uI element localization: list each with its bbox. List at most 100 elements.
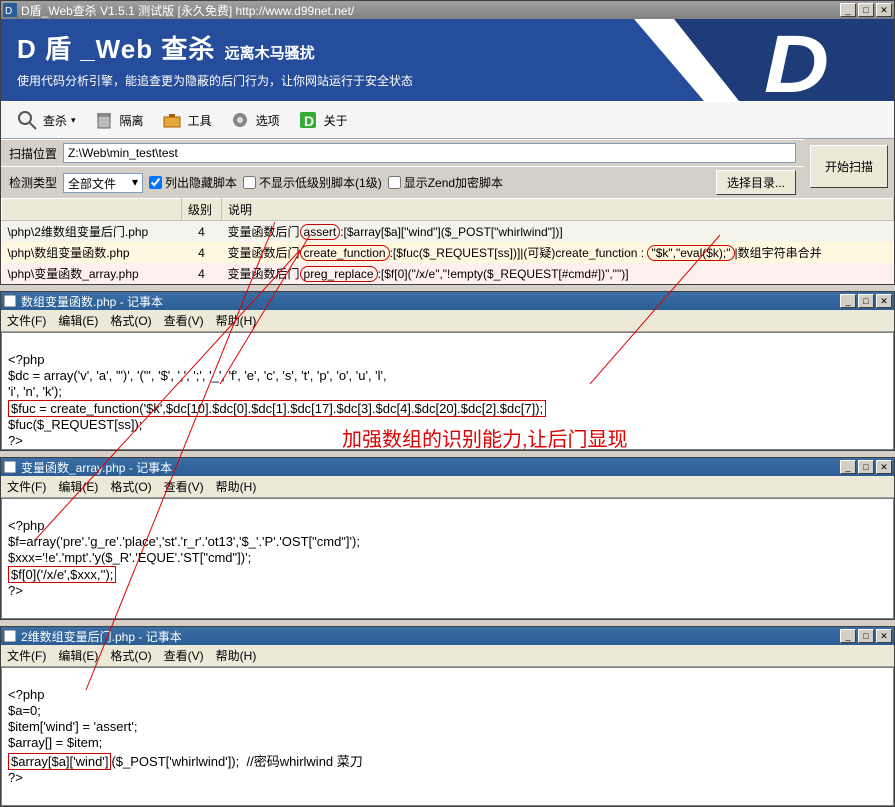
gear-icon: [228, 108, 252, 132]
maximize-button[interactable]: □: [858, 460, 874, 474]
hl-code-line: $f[0]('/x/e',$xxx,'');: [8, 566, 116, 583]
notepad2-content[interactable]: <?php $f=array('pre'.'g_re'.'place','st'…: [1, 498, 894, 619]
hl-createfunction: create_function: [300, 245, 390, 261]
svg-text:D: D: [304, 113, 314, 129]
table-row[interactable]: \php\数组变量函数.php 4 变量函数后门create_function:…: [2, 242, 894, 263]
menu-file[interactable]: 文件(F): [7, 647, 46, 664]
hl-code-line: $array[$a]['wind']: [8, 753, 111, 770]
notepad-icon: [3, 460, 17, 474]
svg-text:D: D: [5, 6, 12, 17]
tool-scan-label: 查杀: [43, 112, 67, 129]
results-table: 级别 说明 \php\2维数组变量后门.php 4 变量函数后门assert:[…: [1, 198, 894, 284]
trash-icon: [92, 108, 116, 132]
tool-about-label: 关于: [324, 112, 348, 129]
col-desc[interactable]: 说明: [222, 199, 894, 221]
notepad1-titlebar: 数组变量函数.php - 记事本 _ □ ✕: [1, 292, 894, 310]
menu-help[interactable]: 帮助(H): [216, 312, 257, 329]
menu-view[interactable]: 查看(V): [164, 478, 204, 495]
hl-code-line: $fuc = create_function('$k',$dc[10].$dc[…: [8, 400, 546, 417]
svg-text:D: D: [764, 19, 829, 101]
app-logo-text: D 盾 _Web 查杀: [17, 29, 215, 66]
main-toolbar: 查杀 ▾ 隔离 工具 选项 D 关于: [1, 101, 894, 139]
annotation-text: 加强数组的识别能力,让后门显现: [342, 423, 628, 450]
app-logo-sub: 远离木马骚扰: [225, 42, 315, 63]
notepad2-titlebar: 变量函数_array.php - 记事本 _ □ ✕: [1, 458, 894, 476]
tool-options[interactable]: 选项: [222, 106, 286, 134]
main-window: D D盾_Web查杀 V1.5.1 测试版 [永久免费] http://www.…: [0, 0, 895, 285]
chk-hidden[interactable]: 列出隐藏脚本: [149, 174, 237, 191]
table-row[interactable]: \php\变量函数_array.php 4 变量函数后门preg_replace…: [2, 263, 894, 284]
col-file[interactable]: [2, 199, 182, 221]
hl-assert: assert: [300, 224, 341, 240]
menu-edit[interactable]: 编辑(E): [58, 478, 98, 495]
menu-format[interactable]: 格式(O): [110, 312, 151, 329]
tool-tools-label: 工具: [188, 112, 212, 129]
menu-help[interactable]: 帮助(H): [216, 478, 257, 495]
app-header: D 盾 _Web 查杀 远离木马骚扰 使用代码分析引擎，能追查更为隐蔽的后门行为…: [1, 19, 894, 101]
close-button[interactable]: ✕: [876, 294, 892, 308]
menu-format[interactable]: 格式(O): [110, 478, 151, 495]
notepad-menubar: 文件(F) 编辑(E) 格式(O) 查看(V) 帮助(H): [1, 310, 894, 332]
scan-type-row: 检测类型 全部文件 ▾ 列出隐藏脚本 不显示低级别脚本(1级) 显示Zend加密…: [1, 166, 804, 198]
scan-type-label: 检测类型: [9, 174, 57, 191]
notepad1-title: 数组变量函数.php - 记事本: [21, 293, 840, 310]
search-icon: [15, 108, 39, 132]
minimize-button[interactable]: _: [840, 294, 856, 308]
maximize-button[interactable]: □: [858, 629, 874, 643]
menu-edit[interactable]: 编辑(E): [58, 647, 98, 664]
notepad2-title: 变量函数_array.php - 记事本: [21, 459, 840, 476]
tool-isolate-label: 隔离: [120, 112, 144, 129]
notepad-window-2: 变量函数_array.php - 记事本 _ □ ✕ 文件(F) 编辑(E) 格…: [0, 457, 895, 620]
scan-location-input[interactable]: [63, 143, 796, 163]
minimize-button[interactable]: _: [840, 460, 856, 474]
notepad-icon: [3, 629, 17, 643]
menu-file[interactable]: 文件(F): [7, 478, 46, 495]
close-button[interactable]: ✕: [876, 460, 892, 474]
hl-pregreplace: preg_replace: [300, 266, 378, 282]
menu-format[interactable]: 格式(O): [110, 647, 151, 664]
notepad3-title: 2维数组变量后门.php - 记事本: [21, 628, 840, 645]
scan-location-row: 扫描位置: [1, 139, 804, 166]
about-icon: D: [296, 108, 320, 132]
close-button[interactable]: ✕: [876, 3, 892, 17]
tool-isolate[interactable]: 隔离: [86, 106, 150, 134]
menu-help[interactable]: 帮助(H): [216, 647, 257, 664]
window-title: D盾_Web查杀 V1.5.1 测试版 [永久免费] http://www.d9…: [21, 2, 840, 19]
notepad3-titlebar: 2维数组变量后门.php - 记事本 _ □ ✕: [1, 627, 894, 645]
tool-about[interactable]: D 关于: [290, 106, 354, 134]
tool-scan[interactable]: 查杀 ▾: [9, 106, 82, 134]
minimize-button[interactable]: _: [840, 3, 856, 17]
menu-view[interactable]: 查看(V): [164, 647, 204, 664]
notepad1-content[interactable]: <?php $dc = array('v', 'a', '")', '("', …: [1, 332, 894, 450]
scan-location-label: 扫描位置: [9, 145, 57, 162]
maximize-button[interactable]: □: [858, 294, 874, 308]
notepad-window-3: 2维数组变量后门.php - 记事本 _ □ ✕ 文件(F) 编辑(E) 格式(…: [0, 626, 895, 807]
table-row[interactable]: \php\2维数组变量后门.php 4 变量函数后门assert:[$array…: [2, 221, 894, 243]
tool-tools[interactable]: 工具: [154, 106, 218, 134]
chevron-down-icon: ▾: [132, 175, 138, 189]
tool-options-label: 选项: [256, 112, 280, 129]
scan-type-select[interactable]: 全部文件 ▾: [63, 173, 143, 193]
choose-dir-button[interactable]: 选择目录...: [716, 170, 796, 195]
menu-view[interactable]: 查看(V): [164, 312, 204, 329]
chk-zend[interactable]: 显示Zend加密脚本: [388, 174, 503, 191]
hl-eval: "$k","eval($k);": [647, 245, 734, 261]
briefcase-icon: [160, 108, 184, 132]
d-graphic-icon: D: [584, 19, 894, 101]
dropdown-icon: ▾: [71, 115, 76, 126]
notepad3-content[interactable]: <?php $a=0; $item['wind'] = 'assert'; $a…: [1, 667, 894, 806]
close-button[interactable]: ✕: [876, 629, 892, 643]
col-level[interactable]: 级别: [182, 199, 222, 221]
notepad-menubar: 文件(F) 编辑(E) 格式(O) 查看(V) 帮助(H): [1, 645, 894, 667]
main-titlebar: D D盾_Web查杀 V1.5.1 测试版 [永久免费] http://www.…: [1, 1, 894, 19]
menu-edit[interactable]: 编辑(E): [58, 312, 98, 329]
start-scan-button[interactable]: 开始扫描: [810, 145, 888, 188]
minimize-button[interactable]: _: [840, 629, 856, 643]
notepad-window-1: 数组变量函数.php - 记事本 _ □ ✕ 文件(F) 编辑(E) 格式(O)…: [0, 291, 895, 451]
chk-lowlevel[interactable]: 不显示低级别脚本(1级): [243, 174, 382, 191]
menu-file[interactable]: 文件(F): [7, 312, 46, 329]
notepad-menubar: 文件(F) 编辑(E) 格式(O) 查看(V) 帮助(H): [1, 476, 894, 498]
notepad-icon: [3, 294, 17, 308]
app-icon: D: [3, 3, 17, 17]
maximize-button[interactable]: □: [858, 3, 874, 17]
